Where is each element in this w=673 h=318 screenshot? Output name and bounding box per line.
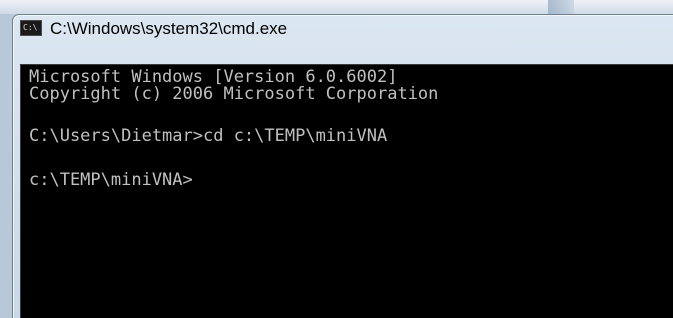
cmd-icon[interactable]: C:\ [20, 20, 42, 36]
console-line: C:\Users\Dietmar>cd c:\TEMP\miniVNA [29, 126, 388, 146]
console-area[interactable]: Microsoft Windows [Version 6.0.6002] Cop… [20, 64, 673, 318]
cmd-icon-text: C:\ [23, 23, 38, 32]
prompt-text: c:\TEMP\miniVNA> [29, 170, 193, 190]
cmd-window: C:\ C:\Windows\system32\cmd.exe Microsof… [0, 0, 673, 318]
console-line: Copyright (c) 2006 Microsoft Corporation [29, 84, 439, 104]
prompt-line: c:\TEMP\miniVNA> [29, 170, 193, 190]
window-title: C:\Windows\system32\cmd.exe [50, 19, 288, 38]
